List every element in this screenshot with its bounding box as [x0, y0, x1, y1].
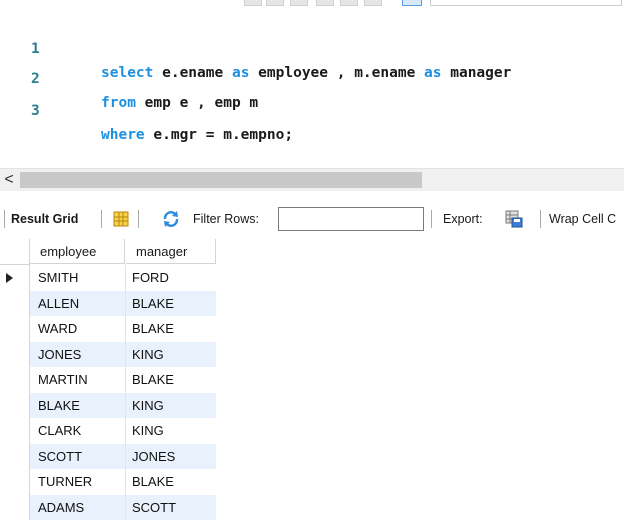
code-text: where e.mgr = m.empno; — [101, 127, 294, 143]
cell-manager[interactable]: FORD — [126, 265, 216, 291]
separator — [138, 210, 139, 228]
toolbar-button[interactable] — [340, 0, 358, 6]
cell-employee[interactable]: JONES — [30, 341, 126, 367]
code-line-2: 2 from emp e , emp m — [0, 43, 624, 111]
cell-employee[interactable]: CLARK — [30, 418, 126, 444]
current-row-arrow-icon — [6, 273, 13, 283]
toolbar-button[interactable] — [266, 0, 284, 6]
cell-employee[interactable]: WARD — [30, 316, 126, 342]
result-grid-tab[interactable]: Result Grid — [11, 202, 78, 236]
row-marker[interactable] — [0, 469, 30, 495]
scrollbar-thumb[interactable] — [20, 172, 422, 188]
editor-toolbar-remnant — [0, 0, 624, 7]
grid-header: employee manager — [0, 239, 216, 265]
cell-manager[interactable]: BLAKE — [126, 367, 216, 393]
cell-manager[interactable]: SCOTT — [126, 494, 216, 520]
separator — [4, 210, 5, 228]
row-marker[interactable] — [0, 418, 30, 444]
cell-employee[interactable]: MARTIN — [30, 367, 126, 393]
form-editor-icon[interactable] — [112, 210, 130, 228]
cell-employee[interactable]: ADAMS — [30, 494, 126, 520]
row-marker[interactable] — [0, 316, 30, 342]
column-header-employee[interactable]: employee — [30, 239, 125, 264]
cell-manager[interactable]: BLAKE — [126, 469, 216, 495]
code-line-3: 3 where e.mgr = m.empno; — [0, 75, 624, 143]
toolbar-button[interactable] — [364, 0, 382, 6]
scroll-left-arrow-icon[interactable]: < — [2, 169, 16, 191]
cell-manager[interactable]: KING — [126, 341, 216, 367]
cell-employee[interactable]: SCOTT — [30, 443, 126, 469]
line-number: 3 — [31, 103, 40, 119]
table-row[interactable]: TURNER BLAKE — [0, 469, 216, 495]
row-marker[interactable] — [0, 265, 30, 291]
cell-employee[interactable]: SMITH — [30, 265, 126, 291]
row-marker[interactable] — [0, 392, 30, 418]
toolbar-button[interactable] — [290, 0, 308, 6]
filter-rows-input[interactable] — [278, 207, 424, 231]
separator — [431, 210, 432, 228]
cell-manager[interactable]: BLAKE — [126, 290, 216, 316]
filter-rows-label: Filter Rows: — [193, 212, 259, 226]
table-row[interactable]: ADAMS SCOTT — [0, 494, 216, 520]
separator — [540, 210, 541, 228]
column-header-manager[interactable]: manager — [126, 239, 216, 264]
code-line-1: 1 select e.ename as employee , m.ename a… — [0, 13, 624, 81]
export-icon[interactable] — [505, 210, 523, 228]
table-row[interactable]: ALLEN BLAKE — [0, 290, 216, 316]
cell-employee[interactable]: ALLEN — [30, 290, 126, 316]
wrap-cell-content-label[interactable]: Wrap Cell C — [549, 202, 616, 236]
cell-manager[interactable]: KING — [126, 392, 216, 418]
row-marker[interactable] — [0, 341, 30, 367]
row-marker[interactable] — [0, 494, 30, 520]
cell-manager[interactable]: JONES — [126, 443, 216, 469]
horizontal-scrollbar[interactable]: < — [0, 168, 624, 191]
table-row[interactable]: JONES KING — [0, 341, 216, 367]
toolbar-button[interactable] — [316, 0, 334, 6]
toolbar-search-field[interactable] — [430, 0, 622, 6]
table-row[interactable]: SMITH FORD — [0, 265, 216, 291]
table-row[interactable]: SCOTT JONES — [0, 443, 216, 469]
table-row[interactable]: MARTIN BLAKE — [0, 367, 216, 393]
table-row[interactable]: CLARK KING — [0, 418, 216, 444]
cell-manager[interactable]: BLAKE — [126, 316, 216, 342]
row-marker[interactable] — [0, 290, 30, 316]
refresh-icon[interactable] — [162, 210, 180, 228]
result-toolbar: Result Grid Filter Rows: Export: Wrap Ce… — [0, 202, 624, 236]
row-marker-header — [0, 239, 30, 265]
row-marker[interactable] — [0, 367, 30, 393]
toolbar-button-active[interactable] — [402, 0, 422, 6]
row-marker[interactable] — [0, 443, 30, 469]
cell-employee[interactable]: TURNER — [30, 469, 126, 495]
separator — [101, 210, 102, 228]
export-label: Export: — [443, 212, 483, 226]
cell-employee[interactable]: BLAKE — [30, 392, 126, 418]
table-row[interactable]: BLAKE KING — [0, 392, 216, 418]
table-row[interactable]: WARD BLAKE — [0, 316, 216, 342]
sql-editor[interactable]: 1 select e.ename as employee , m.ename a… — [0, 8, 624, 158]
toolbar-button[interactable] — [244, 0, 262, 6]
cell-manager[interactable]: KING — [126, 418, 216, 444]
